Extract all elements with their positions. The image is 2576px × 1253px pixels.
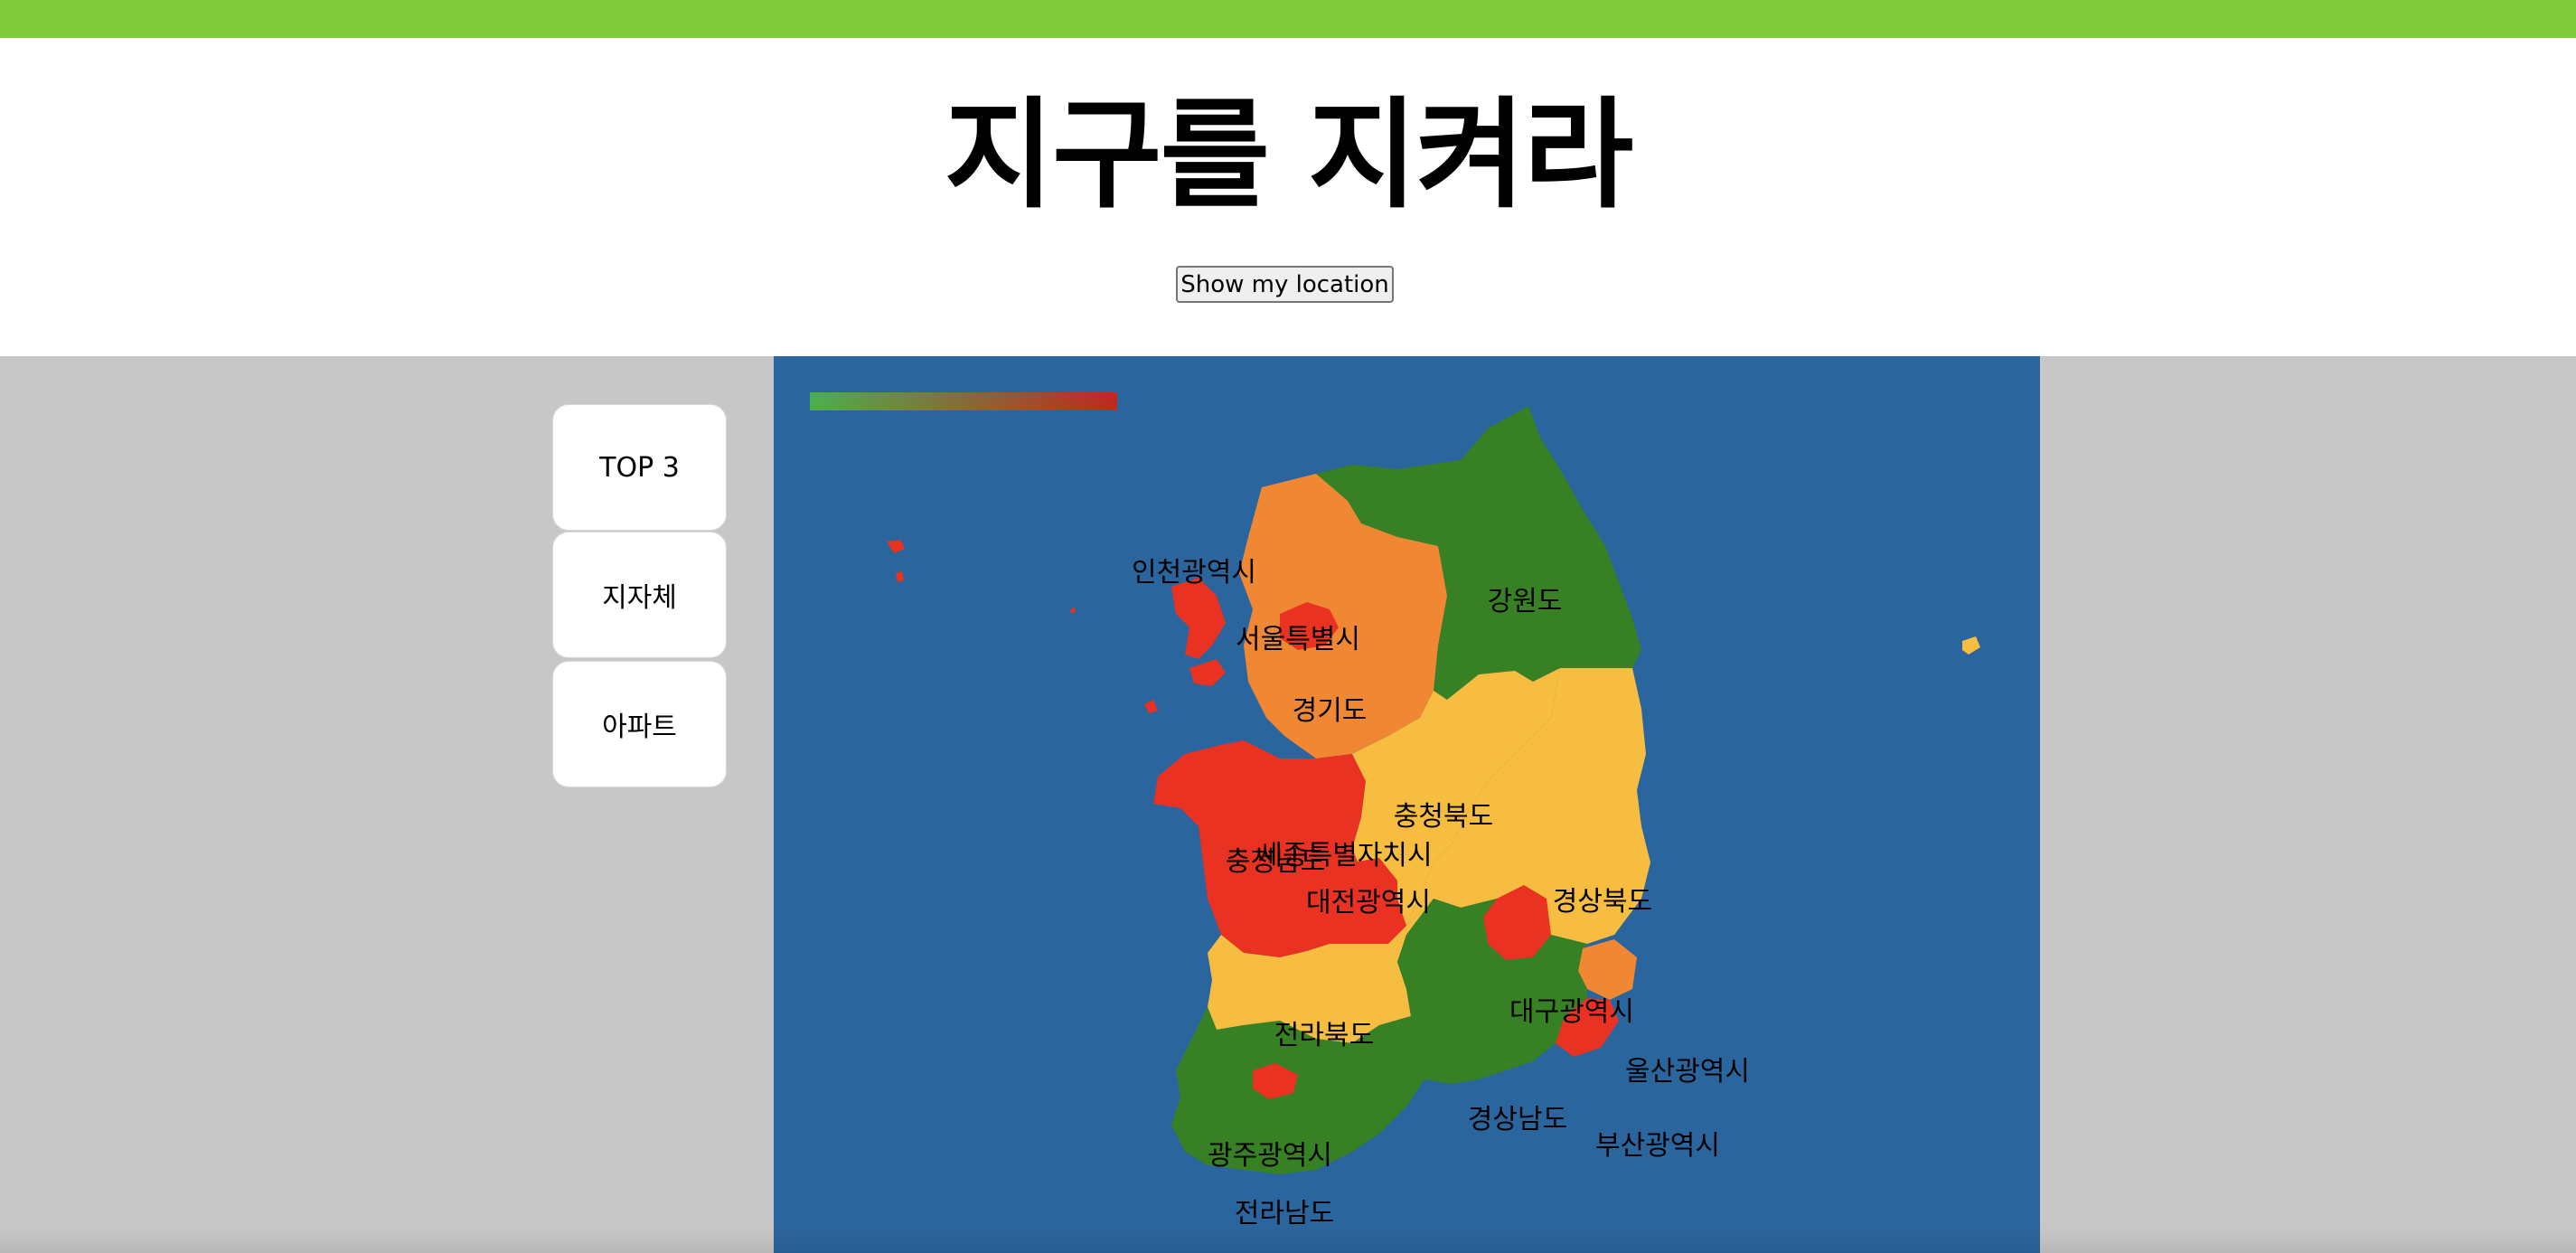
region-label-seoul: 서울특별시 — [1236, 624, 1360, 655]
region-label-gyeongnam: 경상남도 — [1467, 1104, 1568, 1135]
region-label-chungnam: 충청남도 — [1225, 846, 1326, 878]
region-label-jeonnam: 전라남도 — [1234, 1198, 1335, 1229]
page-title: 지구를 지켜라 — [944, 86, 1634, 225]
region-label-ulsan: 울산광역시 — [1625, 1056, 1750, 1088]
region-label-gangwon: 강원도 — [1487, 586, 1563, 617]
top-accent-bar — [0, 0, 2576, 38]
show-my-location-button[interactable]: Show my location — [1176, 266, 1394, 303]
sidebar-button-apartment[interactable]: 아파트 — [552, 661, 727, 787]
region-label-gwangju: 광주광역시 — [1208, 1140, 1332, 1172]
region-label-daejeon: 대전광역시 — [1306, 887, 1431, 919]
sidebar-button-local-government[interactable]: 지자체 — [552, 532, 727, 658]
region-label-chungbuk: 충청북도 — [1393, 801, 1494, 833]
korea-choropleth-map[interactable]: 인천광역시 서울특별시 경기도 강원도 충청북도 세종특별자치시 충청남도 대전… — [774, 356, 2040, 1253]
risk-legend-gradient-bar — [810, 392, 1117, 410]
sidebar-button-label: TOP 3 — [599, 451, 680, 484]
sidebar-button-label: 아파트 — [602, 711, 677, 743]
region-label-jeonbuk: 전라북도 — [1274, 1020, 1375, 1051]
region-label-daegu: 대구광역시 — [1509, 996, 1634, 1028]
bottom-shadow — [0, 1226, 2576, 1253]
region-label-busan: 부산광역시 — [1595, 1130, 1720, 1162]
page-header: 지구를 지켜라 Show my location — [0, 38, 2576, 356]
region-label-gyeongbuk: 경상북도 — [1552, 886, 1653, 918]
sidebar-button-label: 지자체 — [602, 582, 677, 614]
region-label-incheon: 인천광역시 — [1132, 557, 1256, 589]
region-label-gyeonggi: 경기도 — [1292, 695, 1368, 727]
sidebar-button-top3[interactable]: TOP 3 — [552, 404, 727, 531]
